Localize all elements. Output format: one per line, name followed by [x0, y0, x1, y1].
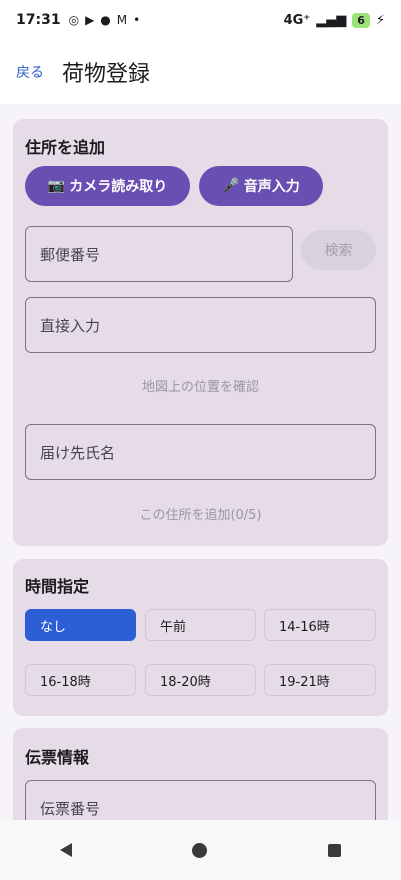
signal-icon: ▂▄▆: [316, 12, 347, 28]
back-triangle-icon[interactable]: [60, 843, 73, 857]
status-time: 17:31: [16, 12, 61, 28]
time-option-14-16[interactable]: 14-16時: [264, 609, 376, 641]
notification-icons: ◎ ▶ ● M •: [69, 13, 141, 27]
slip-number-placeholder: 伝票番号: [40, 799, 101, 818]
youtube-icon: ▶: [85, 13, 95, 27]
slip-info-title: 伝票情報: [25, 748, 90, 767]
form-scroll-area[interactable]: 住所を追加 📷 カメラ読み取り 🎤 音声入力 郵便番号 検索 直接入力 地図上の…: [0, 104, 401, 820]
threads-icon: ◎: [68, 13, 80, 27]
time-option-label: 16-18時: [40, 674, 91, 690]
status-right: 4G⁺ ▂▄▆ 6 ⚡: [283, 12, 385, 28]
camera-scan-button[interactable]: 📷 カメラ読み取り: [25, 166, 190, 206]
camera-icon: 📷: [47, 178, 66, 194]
time-option-label: 18-20時: [160, 674, 211, 690]
battery-level: 6: [357, 13, 365, 27]
search-button[interactable]: 検索: [301, 230, 376, 270]
system-nav-bar: [0, 820, 401, 880]
time-slot-title: 時間指定: [25, 577, 90, 596]
voice-input-label: 音声入力: [243, 179, 300, 195]
time-slot-card: 時間指定 なし 午前 14-16時 16-18時 18-20時 19-21時: [13, 559, 388, 716]
slip-info-card: 伝票情報 伝票番号: [13, 728, 388, 820]
time-option-label: 14-16時: [279, 619, 330, 635]
search-button-label: 検索: [324, 243, 353, 259]
voice-input-button[interactable]: 🎤 音声入力: [199, 166, 323, 206]
direct-input-placeholder: 直接入力: [40, 316, 101, 335]
app-icon: ●: [100, 13, 111, 27]
time-option-19-21[interactable]: 19-21時: [264, 664, 376, 696]
dot-icon: •: [133, 13, 141, 27]
address-card-title: 住所を追加: [25, 138, 106, 157]
time-option-none[interactable]: なし: [25, 609, 136, 641]
status-bar: 17:31 ◎ ▶ ● M • 4G⁺ ▂▄▆ 6 ⚡: [0, 0, 401, 40]
postal-code-placeholder: 郵便番号: [40, 245, 101, 264]
home-circle-icon[interactable]: [192, 842, 208, 858]
battery-icon: 6: [352, 12, 370, 28]
recipient-name-field[interactable]: 届け先氏名: [25, 424, 376, 480]
add-address-button[interactable]: この住所を追加(0/5): [13, 504, 388, 523]
time-option-16-18[interactable]: 16-18時: [25, 664, 136, 696]
time-option-label: 19-21時: [279, 674, 330, 690]
address-card: 住所を追加 📷 カメラ読み取り 🎤 音声入力 郵便番号 検索 直接入力 地図上の…: [13, 119, 388, 546]
network-label: 4G⁺: [283, 12, 311, 28]
slip-number-field[interactable]: 伝票番号: [25, 780, 376, 820]
app-header: 戻る 荷物登録: [0, 40, 401, 104]
time-option-18-20[interactable]: 18-20時: [145, 664, 256, 696]
page-title: 荷物登録: [62, 62, 151, 87]
recent-apps-square-icon[interactable]: [327, 843, 341, 857]
gmail-icon: M: [116, 13, 128, 27]
time-option-label: なし: [40, 619, 67, 635]
direct-input-field[interactable]: 直接入力: [25, 297, 376, 353]
back-link[interactable]: 戻る: [16, 62, 44, 82]
charging-icon: ⚡: [375, 12, 385, 28]
recipient-name-placeholder: 届け先氏名: [40, 443, 116, 462]
time-option-label: 午前: [160, 619, 187, 635]
map-confirm-link[interactable]: 地図上の位置を確認: [13, 376, 388, 395]
microphone-icon: 🎤: [222, 178, 240, 194]
time-option-morning[interactable]: 午前: [145, 609, 256, 641]
camera-scan-label: カメラ読み取り: [69, 179, 168, 195]
postal-code-field[interactable]: 郵便番号: [25, 226, 293, 282]
